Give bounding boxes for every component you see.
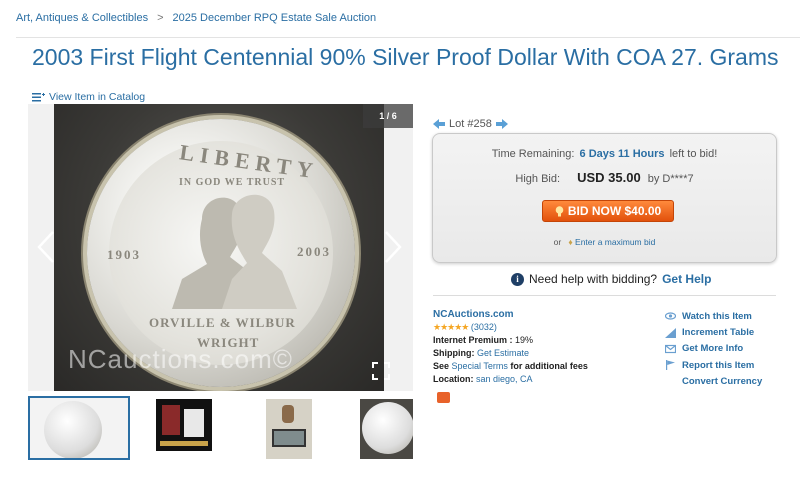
- eye-icon: [665, 312, 676, 320]
- help-row: i Need help with bidding? Get Help: [511, 272, 711, 286]
- coin-year-left: 1903: [107, 247, 141, 262]
- main-image-viewer[interactable]: LIBERTY IN GOD WE TRUST 1903 2003 ORVILL…: [28, 104, 413, 391]
- thumbnail-strip: [28, 396, 413, 460]
- premium-label: Internet Premium :: [433, 335, 513, 345]
- get-more-info-link[interactable]: Get More Info: [665, 341, 762, 357]
- get-more-info-label: Get More Info: [682, 343, 744, 355]
- expand-icon[interactable]: [372, 362, 390, 380]
- location-link[interactable]: san diego, CA: [476, 374, 533, 384]
- panel-divider: [433, 295, 776, 296]
- increment-table-link[interactable]: Increment Table: [665, 324, 762, 340]
- next-image-arrow-icon[interactable]: [383, 230, 403, 264]
- high-bid: High Bid: USD 35.00 by D****7: [433, 170, 776, 185]
- thumbnail-coin-image: [362, 402, 413, 454]
- high-bidder: by D****7: [647, 173, 694, 185]
- flag-icon: [666, 360, 675, 371]
- convert-currency-link[interactable]: Convert Currency: [665, 374, 762, 390]
- thumbnail-1[interactable]: [28, 396, 130, 460]
- thumbnail-4[interactable]: [360, 399, 413, 459]
- seller-badge-icon: [437, 392, 450, 403]
- image-counter: 1 / 6: [363, 104, 413, 128]
- report-item-link[interactable]: Report this Item: [665, 357, 762, 373]
- terms-suffix: for additional fees: [510, 361, 588, 371]
- item-actions: Watch this Item Increment Table Get More…: [665, 308, 762, 390]
- shipping-estimate-link[interactable]: Get Estimate: [477, 348, 529, 358]
- view-catalog-link[interactable]: View Item in Catalog: [32, 91, 145, 103]
- location-label: Location:: [433, 374, 474, 384]
- increment-table-label: Increment Table: [682, 327, 755, 339]
- list-icon: [32, 92, 45, 101]
- rating-stars: ★★★★★: [433, 322, 469, 332]
- seller-name-link[interactable]: NCAuctions.com: [433, 309, 514, 320]
- or-text: or: [553, 237, 562, 247]
- breadcrumb: Art, Antiques & Collectibles >2025 Decemb…: [16, 12, 376, 24]
- lot-navigation: Lot #258: [433, 118, 508, 130]
- report-item-label: Report this Item: [682, 359, 755, 371]
- bid-panel: Time Remaining: 6 Days 11 Hours left to …: [432, 133, 777, 263]
- bid-now-label: BID NOW $40.00: [567, 204, 662, 218]
- shipping-label: Shipping:: [433, 348, 475, 358]
- thumbnail-coin-image: [44, 401, 102, 458]
- watch-item-link[interactable]: Watch this Item: [665, 308, 762, 324]
- thumbnail-3[interactable]: [266, 399, 312, 459]
- breadcrumb-auction-link[interactable]: 2025 December RPQ Estate Sale Auction: [173, 12, 377, 24]
- breadcrumb-separator: >: [157, 12, 164, 24]
- thumbnail-hand-image: [282, 405, 294, 423]
- coin-photo: LIBERTY IN GOD WE TRUST 1903 2003 ORVILL…: [54, 104, 384, 391]
- time-remaining-suffix: left to bid!: [669, 148, 718, 160]
- see-text: See: [433, 361, 450, 371]
- coin-year-right: 2003: [297, 244, 331, 259]
- lot-number: Lot #258: [449, 118, 492, 130]
- premium-value: 19%: [515, 335, 534, 345]
- coin-motto-text: IN GOD WE TRUST: [179, 177, 286, 188]
- high-bid-label: High Bid:: [515, 173, 561, 185]
- next-lot-arrow-icon[interactable]: [495, 119, 508, 129]
- time-remaining-label: Time Remaining:: [491, 148, 575, 160]
- thumbnail-banner: [160, 441, 208, 446]
- view-catalog-label: View Item in Catalog: [49, 91, 146, 103]
- max-bid-row: or ♦ Enter a maximum bid: [433, 237, 776, 247]
- special-terms-link[interactable]: Special Terms: [452, 361, 508, 371]
- breadcrumb-category-link[interactable]: Art, Antiques & Collectibles: [16, 12, 148, 24]
- watermark: NCauctions.com©: [68, 344, 293, 374]
- help-text: Need help with bidding?: [529, 272, 658, 286]
- seller-info: NCAuctions.com ★★★★★ (3032) Internet Pre…: [433, 308, 588, 386]
- thumbnail-2[interactable]: [156, 399, 212, 451]
- prev-image-arrow-icon[interactable]: [36, 230, 56, 264]
- wright-brothers-busts: [172, 194, 297, 309]
- bullet-icon: ♦: [568, 237, 573, 247]
- watch-item-label: Watch this Item: [682, 310, 752, 322]
- rating-count-link[interactable]: (3032): [471, 322, 497, 332]
- mail-icon: [665, 344, 676, 354]
- page-title: 2003 First Flight Centennial 90% Silver …: [32, 44, 779, 70]
- time-remaining: Time Remaining: 6 Days 11 Hours left to …: [433, 148, 776, 160]
- lightbulb-icon: [555, 205, 564, 216]
- time-remaining-value: 6 Days 11 Hours: [579, 148, 665, 160]
- bid-now-button[interactable]: BID NOW $40.00: [542, 200, 674, 222]
- info-icon: i: [511, 272, 524, 286]
- convert-currency-label: Convert Currency: [682, 376, 763, 388]
- get-help-link[interactable]: Get Help: [662, 272, 711, 286]
- thumbnail-card-image: [184, 409, 204, 437]
- thumbnail-scale-image: [272, 429, 306, 447]
- chart-icon: [665, 327, 676, 338]
- prev-lot-arrow-icon[interactable]: [433, 119, 445, 129]
- header-divider: [16, 37, 800, 38]
- max-bid-link[interactable]: Enter a maximum bid: [575, 237, 655, 247]
- coin-names-text: ORVILLE & WILBUR: [149, 315, 296, 330]
- thumbnail-card-image: [162, 405, 180, 435]
- high-bid-amount: USD 35.00: [577, 170, 641, 185]
